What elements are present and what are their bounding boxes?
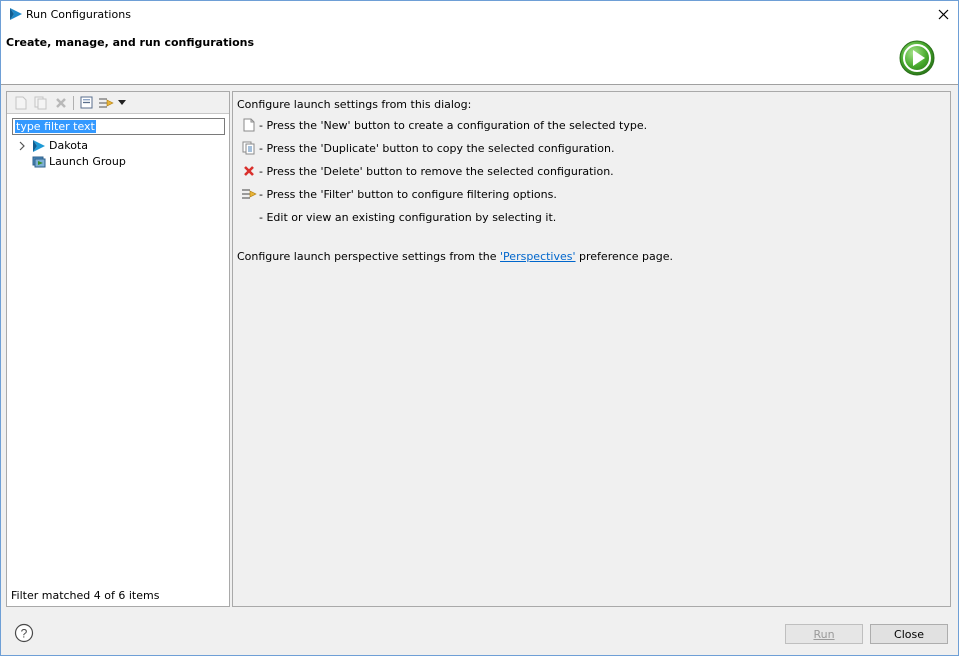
run-badge-icon [899, 40, 935, 76]
tree-item-launch-group[interactable]: Launch Group [7, 154, 229, 170]
close-icon [938, 9, 948, 20]
tree-toolbar [7, 92, 229, 114]
configuration-tree: Dakota Launch Group [7, 138, 229, 170]
window-title: Run Configurations [26, 8, 131, 21]
configuration-details-panel: Configure launch settings from this dial… [232, 91, 951, 607]
filter-icon [242, 189, 257, 199]
duplicate-button[interactable] [31, 94, 51, 112]
delete-button[interactable] [51, 94, 71, 112]
run-button[interactable]: Run [785, 624, 863, 644]
help-row-text: - Edit or view an existing configuration… [259, 210, 557, 224]
dakota-icon [33, 140, 45, 152]
filter-input-text: type filter text [15, 120, 96, 133]
dropdown-arrow-icon [118, 100, 126, 105]
launch-group-icon [32, 156, 46, 168]
new-config-button[interactable] [11, 94, 31, 112]
help-row-text: - Press the 'Filter' button to configure… [259, 187, 557, 201]
run-configurations-dialog: Run Configurations Create, manage, and r… [0, 0, 959, 656]
close-button-label: Close [894, 627, 924, 641]
perspective-settings-line: Configure launch perspective settings fr… [237, 250, 673, 263]
filter-status: Filter matched 4 of 6 items [11, 589, 160, 602]
help-row-text: - Press the 'Delete' button to remove th… [259, 164, 614, 178]
filter-icon [99, 98, 114, 107]
delete-icon [56, 97, 66, 108]
toolbar-separator [73, 95, 74, 110]
tree-item-dakota[interactable]: Dakota [7, 138, 229, 154]
configuration-tree-panel: type filter text Dakota Launch Group Fil… [6, 91, 230, 607]
perspective-suffix: preference page. [575, 250, 674, 263]
tree-item-label: Dakota [49, 139, 88, 152]
collapse-all-icon [80, 96, 92, 109]
run-button-label: Run [813, 627, 835, 641]
close-window-button[interactable] [928, 1, 958, 28]
help-intro: Configure launch settings from this dial… [237, 98, 472, 111]
close-button[interactable]: Close [870, 624, 948, 644]
duplicate-icon [34, 96, 47, 109]
new-config-icon [15, 96, 27, 109]
chevron-right-icon[interactable] [17, 141, 27, 151]
duplicate-icon [242, 141, 255, 155]
header-banner: Create, manage, and run configurations [1, 28, 958, 85]
collapse-all-button[interactable] [76, 94, 96, 112]
page-title: Create, manage, and run configurations [6, 36, 255, 49]
svg-text:?: ? [21, 627, 28, 641]
help-row-new: - Press the 'New' button to create a con… [241, 116, 647, 134]
help-row-duplicate: - Press the 'Duplicate' button to copy t… [241, 139, 614, 157]
delete-icon [244, 166, 254, 176]
help-row-edit: - Edit or view an existing configuration… [241, 208, 556, 226]
filter-button[interactable] [96, 94, 116, 112]
new-config-icon [243, 118, 255, 132]
filter-input[interactable]: type filter text [12, 118, 225, 135]
title-bar: Run Configurations [1, 1, 958, 28]
perspectives-link[interactable]: 'Perspectives' [500, 250, 576, 263]
tree-item-label: Launch Group [49, 155, 126, 168]
help-row-text: - Press the 'Duplicate' button to copy t… [259, 141, 615, 155]
help-row-text: - Press the 'New' button to create a con… [259, 118, 648, 132]
perspective-prefix: Configure launch perspective settings fr… [237, 250, 501, 263]
dakota-icon [10, 8, 22, 20]
help-icon[interactable]: ? [14, 623, 34, 643]
help-row-filter: - Press the 'Filter' button to configure… [241, 185, 557, 203]
filter-menu-button[interactable] [116, 94, 128, 112]
help-row-delete: - Press the 'Delete' button to remove th… [241, 162, 614, 180]
